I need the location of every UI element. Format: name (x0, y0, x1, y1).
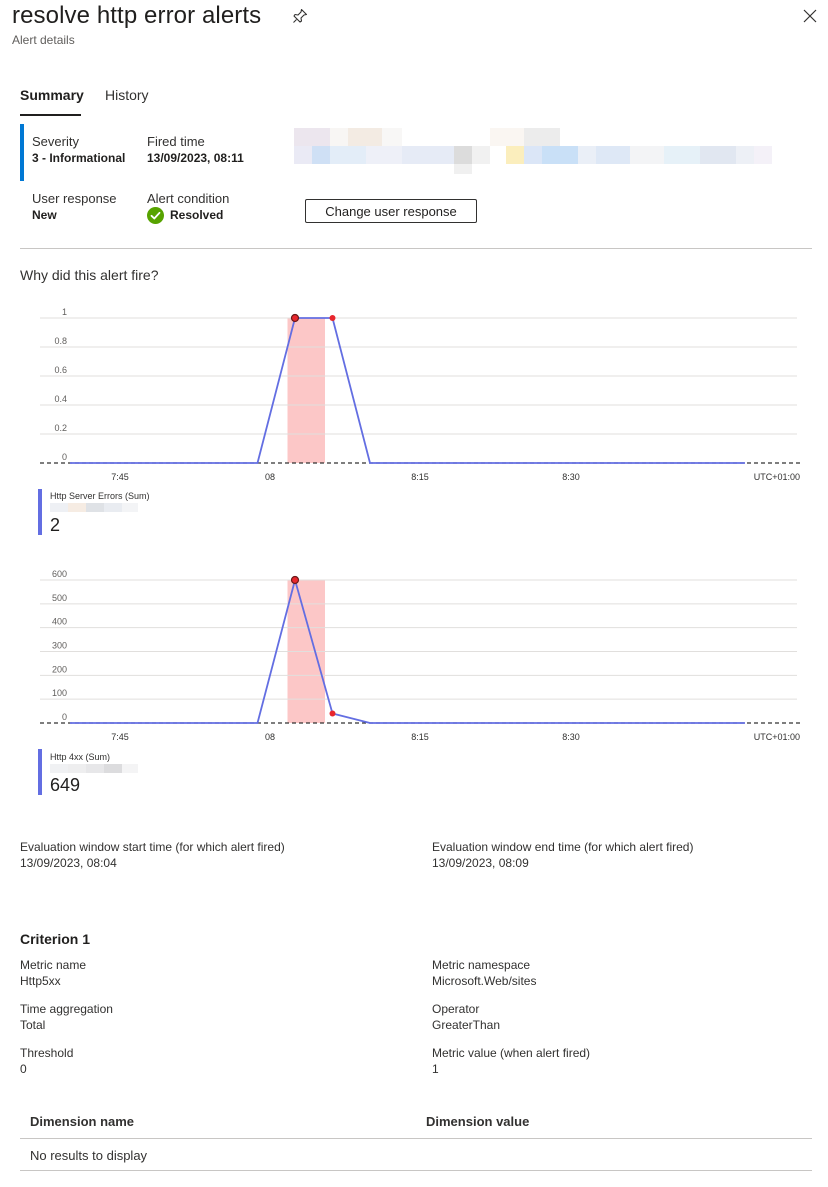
legend-label-4xx: Http 4xx (Sum) (50, 752, 111, 762)
y-tick-label: 500 (52, 593, 67, 603)
data-point (329, 710, 336, 717)
severity-accent-bar (20, 124, 24, 181)
data-point (329, 315, 336, 321)
eval-end-value: 13/09/2023, 08:09 (432, 856, 529, 870)
y-tick-label: 300 (52, 641, 67, 651)
legend-value-4xx: 649 (50, 775, 81, 795)
alert-condition-value: Resolved (170, 208, 224, 222)
dimension-value-header[interactable]: Dimension value (426, 1114, 529, 1129)
x-tick-label: 8:30 (562, 732, 580, 742)
x-tick-label: 7:45 (111, 732, 129, 742)
data-point (290, 313, 300, 323)
x-tick-label: 7:45 (111, 472, 129, 482)
x-tick-label: 08 (265, 732, 275, 742)
threshold-label: Threshold (20, 1046, 74, 1060)
tab-history[interactable]: History (105, 87, 149, 103)
dimension-name-header[interactable]: Dimension name (30, 1114, 134, 1129)
time-aggregation-label: Time aggregation (20, 1002, 113, 1016)
y-tick-label: 100 (52, 688, 67, 698)
metric-value-value: 1 (432, 1062, 439, 1076)
y-tick-label: 1 (62, 307, 67, 317)
why-alert-fired-heading: Why did this alert fire? (20, 267, 159, 283)
severity-value: 3 - Informational (32, 151, 126, 165)
fired-time-label: Fired time (147, 134, 205, 149)
y-tick-label: 400 (52, 617, 67, 627)
threshold-value: 0 (20, 1062, 27, 1076)
y-tick-label: 200 (52, 664, 67, 674)
no-results-message: No results to display (30, 1148, 148, 1163)
metric-name-label: Metric name (20, 958, 87, 972)
x-tick-label: 8:15 (411, 732, 429, 742)
operator-value: GreaterThan (432, 1018, 501, 1032)
time-aggregation-value: Total (20, 1018, 46, 1032)
operator-label: Operator (432, 1002, 480, 1016)
x-tick-label: UTC+01:00 (754, 472, 800, 482)
x-tick-label: 08 (265, 472, 275, 482)
alert-condition-label: Alert condition (147, 191, 230, 206)
y-tick-label: 0.6 (54, 365, 67, 375)
eval-start-value: 13/09/2023, 08:04 (20, 856, 117, 870)
x-tick-label: 8:15 (411, 472, 429, 482)
table-bottom-divider (20, 1170, 812, 1171)
user-response-label: User response (32, 191, 117, 206)
eval-end-label: Evaluation window end time (for which al… (432, 840, 694, 854)
metric-name-value: Http5xx (20, 974, 61, 988)
tab-summary[interactable]: Summary (20, 87, 84, 103)
y-tick-label: 0.2 (54, 423, 67, 433)
change-user-response-button[interactable]: Change user response (305, 199, 477, 223)
close-icon[interactable] (802, 8, 818, 24)
http-server-errors-chart: 1 0.8 0.6 0.4 0.2 0 7:45 08 8:15 8:30 UTC+01:00 (40, 307, 802, 482)
y-tick-label: 0 (62, 452, 67, 462)
x-tick-label: 8:30 (562, 472, 580, 482)
page-subtitle: Alert details (12, 33, 75, 47)
y-tick-label: 600 (52, 569, 67, 579)
data-point (290, 575, 300, 585)
eval-start-label: Evaluation window start time (for which … (20, 840, 285, 854)
x-tick-label: UTC+01:00 (754, 732, 800, 742)
y-tick-label: 0.8 (54, 336, 67, 346)
legend-value-server-errors: 2 (50, 515, 61, 535)
series-line (70, 317, 745, 464)
user-response-value: New (32, 208, 57, 222)
severity-label: Severity (32, 134, 79, 149)
fired-time-value: 13/09/2023, 08:11 (147, 151, 244, 165)
http-4xx-chart: 600 500 400 300 200 100 0 7:45 08 8:15 8:30 UTC+01:… (40, 569, 802, 742)
summary-divider (20, 248, 812, 249)
resolved-check-icon (147, 207, 164, 224)
metric-namespace-value: Microsoft.Web/sites (432, 974, 537, 988)
table-header-divider (20, 1138, 812, 1139)
y-tick-label: 0.4 (54, 394, 67, 404)
criterion-title: Criterion 1 (20, 931, 91, 947)
page-title: resolve http error alerts (12, 2, 262, 29)
legend-bar-server-errors (38, 489, 42, 535)
y-tick-label: 0 (62, 712, 67, 722)
legend-bar-4xx (38, 749, 42, 795)
legend-label-server-errors: Http Server Errors (Sum) (50, 491, 150, 501)
metric-value-label: Metric value (when alert fired) (432, 1046, 591, 1060)
alert-window-highlight (287, 318, 325, 463)
active-tab-indicator (20, 114, 81, 116)
pin-icon[interactable] (291, 7, 309, 25)
metric-namespace-label: Metric namespace (432, 958, 531, 972)
